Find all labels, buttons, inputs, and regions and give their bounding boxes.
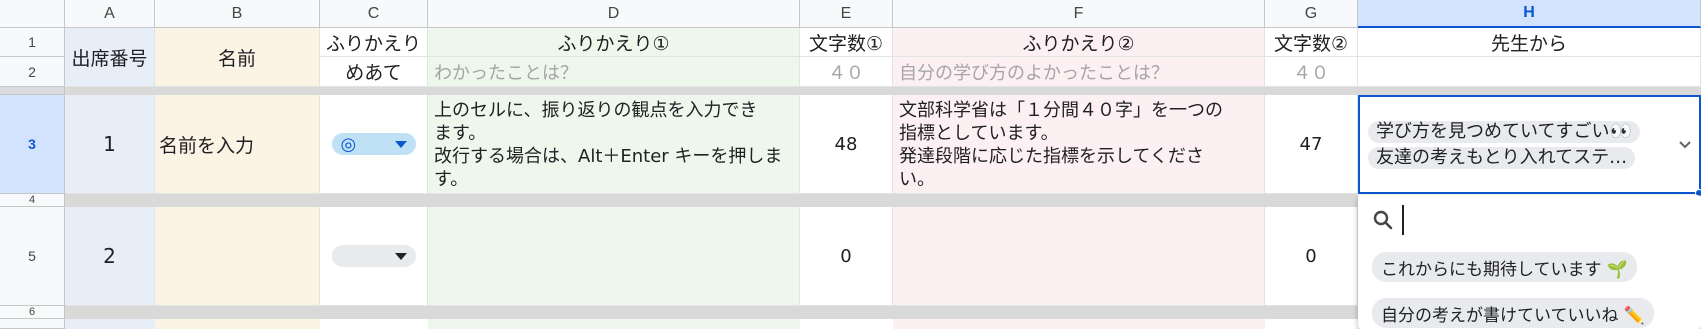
teacher-tag[interactable]: 友達の考えもとり入れてステ… [1368, 147, 1636, 169]
row-header-3[interactable]: 3 [0, 95, 65, 194]
reflection-2-line: 指標としています。 [899, 123, 1059, 144]
header-meate[interactable]: めあて [320, 57, 428, 87]
column-header-g[interactable]: G [1265, 0, 1358, 28]
row-header-1[interactable]: 1 [0, 28, 65, 57]
row-header-2[interactable]: 2 [0, 57, 65, 87]
reflection-1-line: ます。 [434, 123, 487, 144]
select-all-corner[interactable] [0, 0, 65, 28]
column-header-a[interactable]: A [65, 0, 155, 28]
teacher-comment-cell-active[interactable]: 学び方を見つめていてすごい👀 友達の考えもとり入れてステ… [1358, 95, 1701, 194]
teacher-tag[interactable]: 学び方を見つめていてすごい👀 [1368, 121, 1640, 143]
name-cell[interactable]: 名前を入力 [155, 95, 320, 194]
header-attendance-number[interactable]: 出席番号 [65, 28, 155, 87]
reflection-1-line: 上のセルに、振り返りの観点を入力でき [434, 100, 758, 121]
mark-value: ◎ [340, 133, 357, 155]
reflection-2-line: 発達段階に応じた指標を示してくださ [899, 146, 1204, 167]
separator-bar [65, 194, 1358, 207]
row-7-cell-f[interactable] [893, 319, 1265, 329]
reflection-1-cell[interactable] [428, 207, 800, 306]
search-icon [1373, 210, 1393, 230]
mark-cell[interactable] [320, 207, 428, 306]
reflection-1-cell[interactable]: 上のセルに、振り返りの観点を入力でき ます。 改行する場合は、Alt＋Enter… [428, 95, 800, 194]
hint-count-2[interactable]: ４０ [1265, 57, 1358, 87]
row-header-7 [0, 319, 65, 329]
chevron-down-icon [394, 252, 407, 260]
row-7-cell-a[interactable] [65, 319, 155, 329]
header-count-2[interactable]: 文字数② [1265, 28, 1358, 57]
row-7-cell-d[interactable] [428, 319, 800, 329]
mark-dropdown-chip[interactable]: ◎ [331, 133, 416, 155]
dropdown-option[interactable]: 自分の考えが書けていていいね ✏️ [1372, 298, 1655, 328]
column-header-d[interactable]: D [428, 0, 800, 28]
hint-count-1[interactable]: ４０ [800, 57, 893, 87]
header-count-1[interactable]: 文字数① [800, 28, 893, 57]
count-1-cell[interactable]: 48 [800, 95, 893, 194]
chip-dropdown-menu: これからにも期待しています 🌱 自分の考えが書けていていいね ✏️ [1358, 195, 1701, 329]
separator-bar [65, 87, 1701, 95]
column-header-e[interactable]: E [800, 0, 893, 28]
row-header-6[interactable]: 6 [0, 306, 65, 319]
header-reflection-1[interactable]: ふりかえり① [428, 28, 800, 57]
reflection-2-line: 文部科学省は「１分間４０字」を一つの [899, 100, 1223, 121]
teacher-tag-list: 学び方を見つめていてすごい👀 友達の考えもとり入れてステ… [1368, 121, 1640, 173]
separator-bar [65, 306, 1358, 319]
mark-cell[interactable]: ◎ [320, 95, 428, 194]
count-2-cell[interactable]: 47 [1265, 95, 1358, 194]
row-header-5[interactable]: 5 [0, 207, 65, 306]
column-header-b[interactable]: B [155, 0, 320, 28]
reflection-2-cell[interactable] [893, 207, 1265, 306]
row-header-4[interactable]: 4 [0, 194, 65, 207]
reflection-2-cell[interactable]: 文部科学省は「１分間４０字」を一つの 指標としています。 発達段階に応じた指標を… [893, 95, 1265, 194]
mark-dropdown-chip[interactable] [331, 245, 416, 267]
attendance-number-cell[interactable]: 2 [65, 207, 155, 306]
reflection-1-line: 改行する場合は、Alt＋Enter キーを押しま [434, 146, 783, 167]
header-name[interactable]: 名前 [155, 28, 320, 87]
chevron-down-icon [394, 140, 407, 148]
row-7-cell-b[interactable] [155, 319, 320, 329]
dropdown-option[interactable]: これからにも期待しています 🌱 [1372, 252, 1638, 282]
column-header-c[interactable]: C [320, 0, 428, 28]
header-teacher-blank[interactable] [1358, 57, 1701, 87]
hint-reflection-1[interactable]: わかったことは？ [428, 57, 800, 87]
header-teacher[interactable]: 先生から [1358, 28, 1701, 57]
attendance-number-cell[interactable]: 1 [65, 95, 155, 194]
column-header-f[interactable]: F [893, 0, 1265, 28]
name-cell[interactable] [155, 207, 320, 306]
dropdown-search-input[interactable] [1402, 205, 1682, 235]
count-1-cell[interactable]: 0 [800, 207, 893, 306]
header-furikaeri[interactable]: ふりかえり [320, 28, 428, 57]
hint-reflection-2[interactable]: 自分の学び方のよかったことは？ [893, 57, 1265, 87]
column-header-h[interactable]: H [1358, 0, 1701, 28]
count-2-cell[interactable]: 0 [1265, 207, 1358, 306]
row-header-gap [0, 87, 65, 95]
reflection-1-line: す。 [434, 169, 469, 190]
reflection-2-line: い。 [899, 169, 935, 190]
header-reflection-2[interactable]: ふりかえり② [893, 28, 1265, 57]
chevron-down-icon[interactable] [1679, 141, 1691, 149]
